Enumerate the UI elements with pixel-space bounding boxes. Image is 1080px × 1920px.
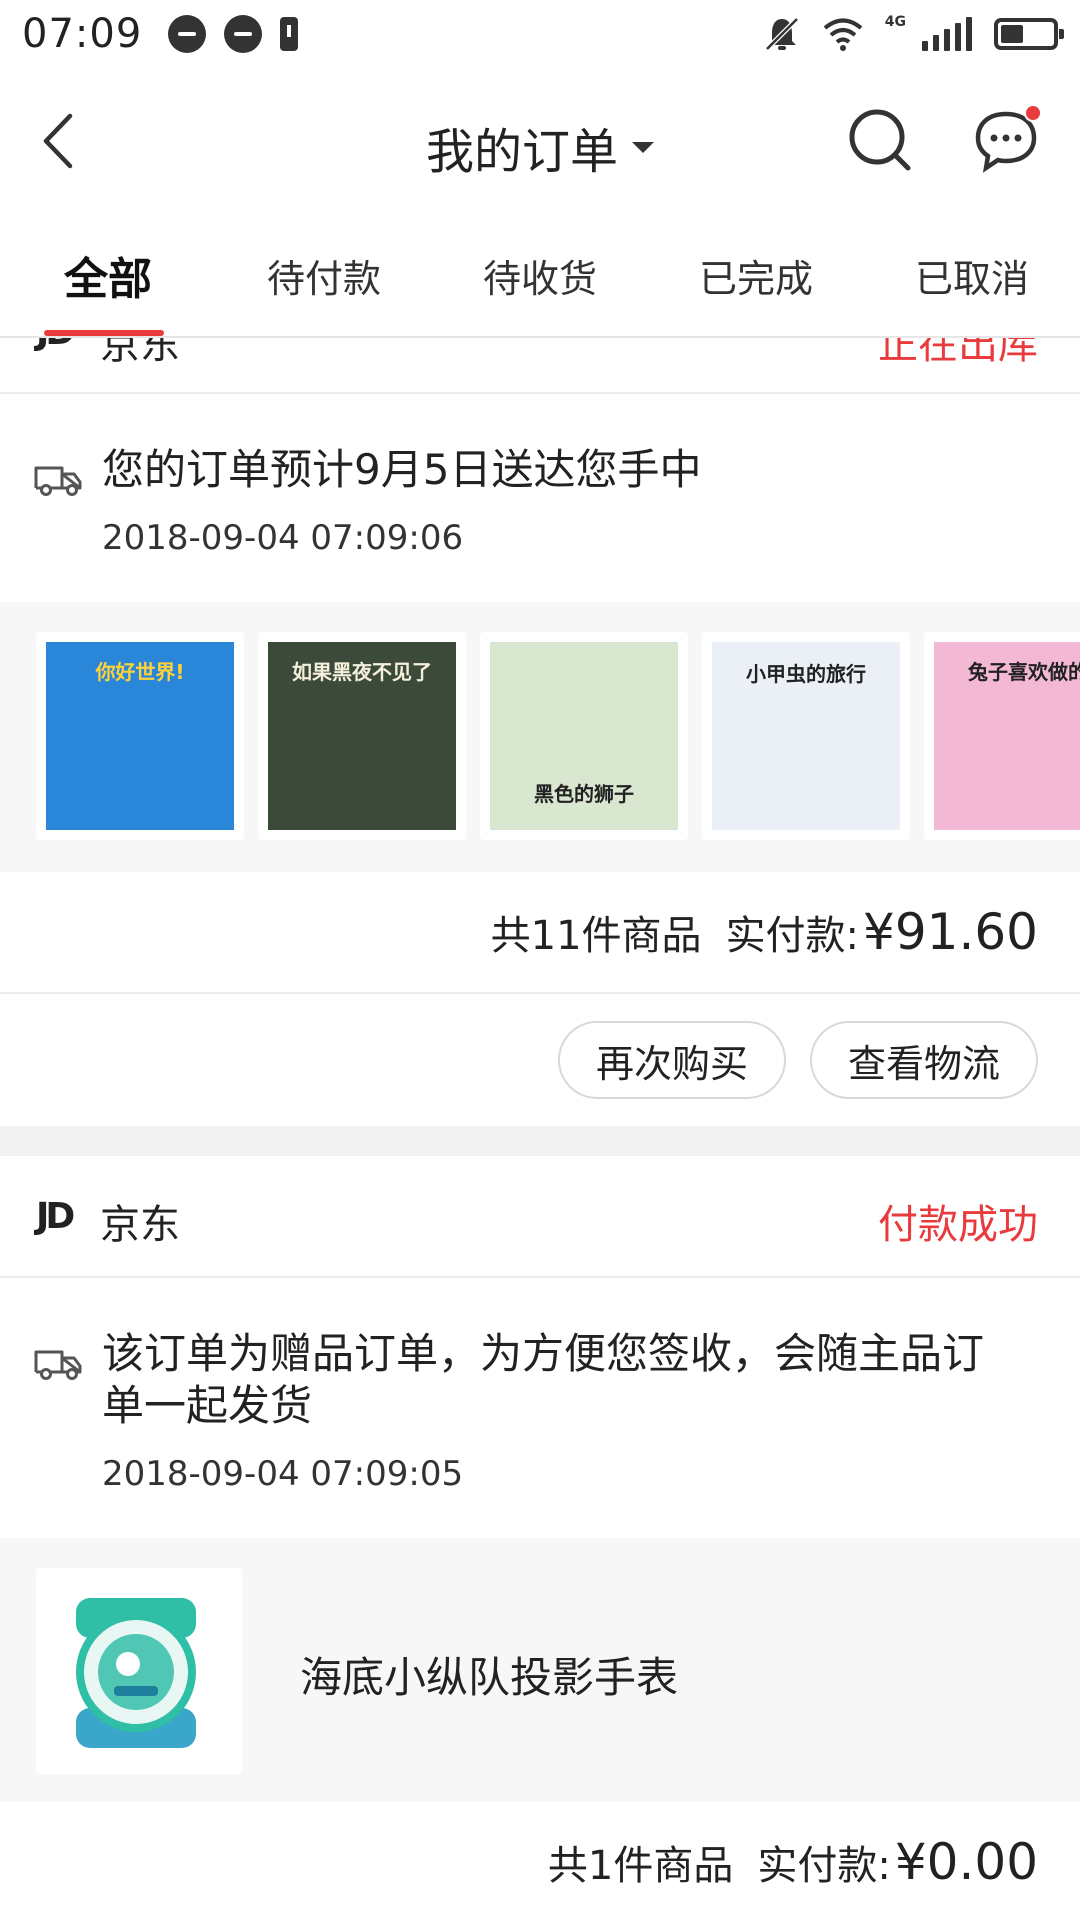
delivery-timestamp: 2018-09-04 07:09:06 xyxy=(102,518,464,558)
wifi-icon xyxy=(823,18,863,51)
message-notification-icon xyxy=(224,15,263,53)
alert-notification-icon xyxy=(280,17,299,51)
paid-amount: ¥91.60 xyxy=(863,903,1038,961)
truck-icon xyxy=(34,1350,82,1380)
status-bar: 07:09 4G xyxy=(0,0,1080,68)
order-list: JD 京东 正在出库 您的订单预计9月5日送达您手中 2018-09-04 07… xyxy=(0,338,1080,1920)
shop-name: 京东 xyxy=(100,1202,180,1248)
tab-cancelled[interactable]: 已取消 xyxy=(864,214,1080,336)
delivery-message: 该订单为赠品订单，为方便您签收，会随主品订单一起发货 xyxy=(102,1329,985,1430)
delivery-timestamp: 2018-09-04 07:09:05 xyxy=(102,1454,464,1494)
book-cover: 小甲虫的旅行 xyxy=(712,642,900,830)
notification-icons xyxy=(168,15,299,53)
paid-amount: ¥0.00 xyxy=(894,1833,1038,1891)
order-actions: 再次购买 查看物流 xyxy=(0,994,1080,1126)
view-logistics-button[interactable]: 查看物流 xyxy=(809,1021,1038,1099)
book-cover: 你好世界! xyxy=(46,642,234,830)
unread-dot xyxy=(1024,104,1042,122)
chat-notification-icon xyxy=(168,15,207,53)
book-cover: 黑色的狮子 xyxy=(490,642,678,830)
product-thumb[interactable]: 如果黑夜不见了 xyxy=(258,632,466,840)
item-count: 共1件商品 xyxy=(547,1843,734,1889)
order-type-dropdown[interactable]: 我的订单 xyxy=(0,112,1080,182)
order-shop-header[interactable]: JD 京东 付款成功 xyxy=(0,1156,1080,1278)
book-cover: 如果黑夜不见了 xyxy=(268,642,456,830)
message-button[interactable] xyxy=(970,104,1050,176)
paid-label: 实付款: xyxy=(725,913,860,959)
order-summary: 共1件商品 实付款: ¥0.00 xyxy=(0,1802,1080,1920)
page-title: 我的订单 xyxy=(425,124,618,180)
product-thumb[interactable]: 你好世界! xyxy=(36,632,244,840)
order-tabs: 全部 待付款 待收货 已完成 已取消 xyxy=(0,214,1080,338)
product-thumb[interactable] xyxy=(36,1568,242,1774)
product-thumb[interactable]: 兔子喜欢做的 xyxy=(924,632,1080,840)
shop-name: 京东 xyxy=(100,338,180,368)
jd-logo: JD xyxy=(36,1196,75,1237)
tab-all[interactable]: 全部 xyxy=(0,214,216,336)
product-thumbnails[interactable]: 你好世界! 如果黑夜不见了 黑色的狮子 小甲虫的旅行 兔子喜欢做的 xyxy=(0,602,1080,872)
tab-pending-receipt[interactable]: 待收货 xyxy=(432,214,648,336)
tab-pending-payment[interactable]: 待付款 xyxy=(216,214,432,336)
product-thumb[interactable]: 小甲虫的旅行 xyxy=(702,632,910,840)
delivery-info[interactable]: 该订单为赠品订单，为方便您签收，会随主品订单一起发货 2018-09-04 07… xyxy=(0,1278,1080,1538)
order-separator xyxy=(0,1126,1080,1156)
rebuy-button[interactable]: 再次购买 xyxy=(557,1021,786,1099)
truck-icon xyxy=(34,466,82,496)
book-cover: 兔子喜欢做的 xyxy=(934,642,1080,830)
order-status: 正在出库 xyxy=(878,338,1038,368)
tab-completed[interactable]: 已完成 xyxy=(648,214,864,336)
jd-logo: JD xyxy=(36,338,75,353)
delivery-message: 您的订单预计9月5日送达您手中 xyxy=(102,445,702,494)
battery-icon xyxy=(994,18,1064,50)
delivery-info[interactable]: 您的订单预计9月5日送达您手中 2018-09-04 07:09:06 xyxy=(0,394,1080,602)
network-type-label: 4G xyxy=(884,14,906,30)
status-time: 07:09 xyxy=(22,11,143,57)
mute-bell-icon xyxy=(764,17,799,51)
caret-down-icon xyxy=(632,141,654,153)
product-item[interactable]: 海底小纵队投影手表 xyxy=(0,1538,1080,1802)
projection-watch-image xyxy=(76,1598,196,1748)
order-summary: 共11件商品 实付款: ¥91.60 xyxy=(0,872,1080,994)
item-count: 共11件商品 xyxy=(490,913,702,959)
system-icons: 4G xyxy=(763,0,1064,68)
product-thumb[interactable]: 黑色的狮子 xyxy=(480,632,688,840)
search-icon[interactable] xyxy=(844,104,916,176)
signal-icon xyxy=(922,17,972,51)
paid-label: 实付款: xyxy=(757,1843,891,1889)
product-name: 海底小纵队投影手表 xyxy=(300,1653,679,1702)
order-status: 付款成功 xyxy=(878,1202,1038,1248)
nav-bar: 我的订单 xyxy=(0,68,1080,214)
order-shop-header[interactable]: JD 京东 正在出库 xyxy=(0,338,1080,394)
